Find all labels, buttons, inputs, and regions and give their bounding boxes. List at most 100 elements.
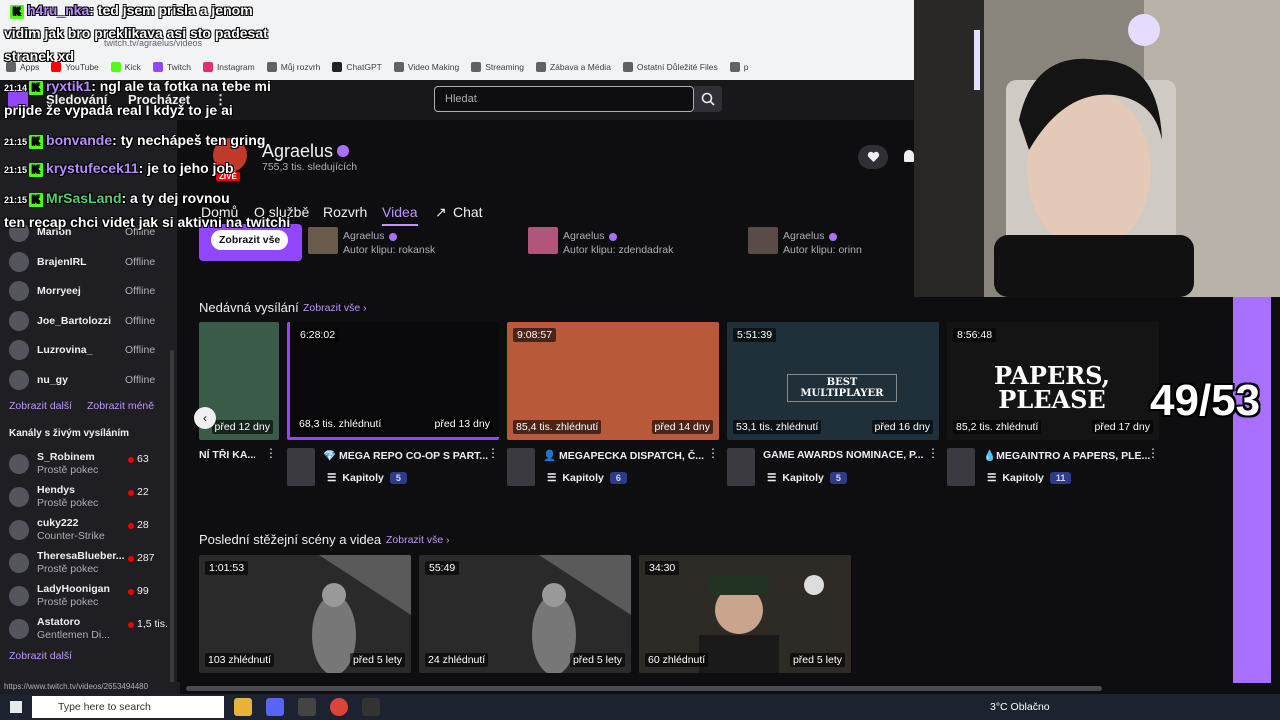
sidebar-channel[interactable]: Morryeej Offline — [0, 277, 170, 305]
chapters-button[interactable]: ☰ Kapitoly 5 — [767, 468, 847, 488]
chat-arrow-icon: ↗ — [435, 204, 447, 220]
bookmark-label: Video Making — [407, 62, 460, 72]
sidebar-show-less[interactable]: Zobrazit méně — [87, 400, 154, 412]
live-dot-icon — [128, 622, 134, 628]
obs-icon[interactable] — [298, 698, 316, 716]
channel-name: Morryeej — [37, 285, 81, 297]
video-title[interactable]: 💧MEGAINTRO A PAPERS, PLE... — [983, 449, 1151, 462]
highlight-thumbnail[interactable]: 55:49 24 zhlédnutí před 5 lety — [419, 555, 631, 673]
list-icon: ☰ — [327, 472, 337, 484]
video-thumbnail[interactable]: 9:08:57 85,4 tis. zhlédnutí před 14 dny — [507, 322, 719, 440]
bookmark-item[interactable]: Streaming — [471, 62, 524, 72]
bookmark-label: ChatGPT — [346, 62, 382, 72]
clip-thumbnail[interactable] — [748, 227, 778, 254]
highlight-thumbnail[interactable]: 1:01:53 103 zhlédnutí před 5 lety — [199, 555, 411, 673]
clip-channel[interactable]: Agraelus — [563, 230, 604, 242]
channel-avatar[interactable] — [947, 448, 975, 486]
video-title[interactable]: NÍ TŘI KA... — [199, 449, 255, 461]
chat-message: 21:15 Kbonvande: ty nechápeš ten gring — [4, 132, 266, 149]
taskbar-search-input[interactable]: Type here to search — [32, 696, 224, 718]
bell-icon[interactable] — [904, 150, 914, 162]
search-input[interactable]: Hledat — [434, 86, 694, 112]
video-duration: 1:01:53 — [205, 561, 249, 575]
video-thumbnail[interactable]: 6:28:02 68,3 tis. zhlédnutí před 13 dny — [287, 322, 499, 440]
bookmark-item[interactable]: Kick — [110, 62, 141, 72]
video-thumbnail[interactable]: 5:51:39 53,1 tis. zhlédnutí před 16 dny BES… — [727, 322, 939, 440]
video-duration: 9:08:57 — [513, 328, 557, 342]
video-thumbnail[interactable]: 8:56:48 85,2 tis. zhlédnutí před 17 dny PAP… — [947, 322, 1159, 440]
search-button[interactable] — [694, 86, 722, 112]
bookmark-item[interactable]: p — [729, 62, 748, 72]
sidebar-live-channel[interactable]: LadyHoonigan Prostě pokec 99 — [0, 580, 170, 608]
channel-avatar[interactable] — [287, 448, 315, 486]
follow-button[interactable] — [858, 145, 888, 169]
sidebar-channel[interactable]: Joe_Bartolozzi Offline — [0, 307, 170, 335]
sidebar-channel[interactable]: Luzrovina_ Offline — [0, 336, 170, 364]
carousel-prev-button[interactable]: ‹ — [194, 407, 216, 429]
chrome-icon[interactable] — [330, 698, 348, 716]
channel-name[interactable]: Agraelus — [262, 141, 333, 162]
browser-status-url: https://www.twitch.tv/videos/2653494480 — [0, 682, 180, 694]
sidebar-live-channel[interactable]: Astatoro Gentlemen Di... 1,5 tis. — [0, 613, 170, 641]
video-title[interactable]: 💎 MEGA REPO CO-OP S PART... — [323, 449, 491, 462]
live-dot-icon — [128, 589, 134, 595]
bookmark-item[interactable]: ChatGPT — [332, 62, 382, 72]
channel-status: Offline — [125, 373, 156, 386]
bookmark-icon — [535, 62, 546, 72]
sidebar-live-channel[interactable]: Hendys Prostě pokec 22 — [0, 481, 170, 509]
channel-avatar[interactable] — [727, 448, 755, 486]
tab-3[interactable]: Videa — [382, 204, 418, 226]
highlight-thumbnail[interactable]: 34:30 60 zhlédnutí před 5 lety — [639, 555, 851, 673]
sidebar-channel[interactable]: nu_gy Offline — [0, 366, 170, 394]
file-explorer-icon[interactable] — [234, 698, 252, 716]
avatar — [9, 369, 29, 390]
sidebar-channel[interactable]: BrajenIRL Offline — [0, 248, 170, 276]
viewer-count: 99 — [137, 585, 149, 597]
sidebar-show-more-live[interactable]: Zobrazit další — [9, 650, 72, 662]
sidebar-live-channel[interactable]: cuky222 Counter-Strike 28 — [0, 514, 170, 542]
channel-game: Prostě pokec — [37, 596, 99, 608]
bookmark-icon — [110, 62, 121, 72]
bookmark-item[interactable]: Můj rozvrh — [266, 62, 320, 72]
app-icon[interactable] — [362, 698, 380, 716]
video-title[interactable]: 👤 MEGAPECKA DISPATCH, Č... — [543, 449, 711, 462]
bookmark-item[interactable]: Video Making — [393, 62, 460, 72]
chapters-button[interactable]: ☰ Kapitoly 5 — [327, 468, 407, 488]
bookmark-item[interactable]: Instagram — [202, 62, 255, 72]
clip-channel[interactable]: Agraelus — [343, 230, 384, 242]
sidebar-live-channel[interactable]: S_Robinem Prostě pokec 63 — [0, 448, 170, 476]
channel-status: Offline — [125, 344, 156, 356]
video-title[interactable]: GAME AWARDS NOMINACE, P... — [763, 449, 931, 461]
more-options-icon[interactable]: ⋮ — [927, 446, 939, 460]
windows-start-icon[interactable] — [10, 701, 22, 713]
sidebar-show-more[interactable]: Zobrazit další — [9, 400, 72, 412]
clip-thumbnail[interactable] — [308, 227, 338, 254]
more-options-icon[interactable]: ⋮ — [1147, 446, 1159, 460]
chapters-button[interactable]: ☰ Kapitoly 11 — [987, 468, 1072, 488]
highlights-show-all-link[interactable]: Zobrazit vše › — [386, 534, 450, 546]
more-options-icon[interactable]: ⋮ — [265, 446, 277, 460]
clip-thumbnail[interactable] — [528, 227, 558, 254]
tab-2[interactable]: Rozvrh — [323, 204, 367, 220]
video-age: před 17 dny — [1091, 420, 1153, 434]
more-options-icon[interactable]: ⋮ — [707, 446, 719, 460]
more-options-icon[interactable]: ⋮ — [487, 446, 499, 460]
channel-status: Offline — [125, 314, 156, 327]
recent-show-all-link[interactable]: Zobrazit vše › — [303, 302, 367, 314]
chapters-button[interactable]: ☰ Kapitoly 6 — [547, 468, 627, 488]
bookmark-item[interactable]: Twitch — [152, 62, 191, 72]
channel-avatar[interactable] — [507, 448, 535, 486]
sidebar-live-channel[interactable]: TheresaBlueber... Prostě pokec 287 — [0, 547, 170, 575]
discord-icon[interactable] — [266, 698, 284, 716]
channel-name: LadyHoonigan — [37, 583, 110, 595]
bookmark-item[interactable]: Ostatní Důležité Files — [622, 62, 718, 72]
show-all-clips-button[interactable]: Zobrazit vše — [211, 230, 289, 250]
webcam-image — [914, 0, 1280, 297]
tab-4[interactable]: Chat — [453, 204, 483, 220]
horizontal-scrollbar[interactable] — [186, 686, 1102, 691]
clip-channel[interactable]: Agraelus — [783, 230, 824, 242]
list-icon: ☰ — [987, 472, 997, 484]
weather-status[interactable]: 3°C Oblačno — [990, 701, 1050, 713]
bookmark-item[interactable]: Zábava a Média — [535, 62, 611, 72]
sidebar-scrollbar[interactable] — [170, 350, 174, 720]
